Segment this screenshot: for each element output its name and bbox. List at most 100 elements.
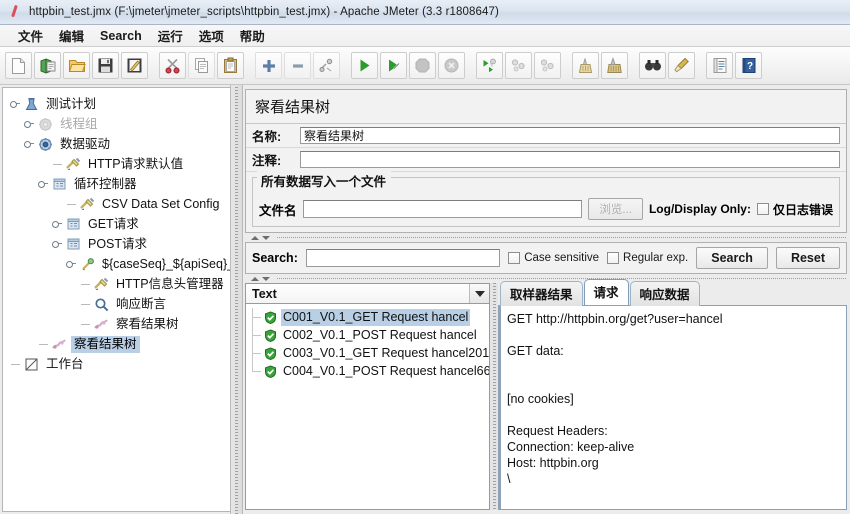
tree-node-workbench[interactable]: 工作台 <box>9 354 230 374</box>
search-input[interactable] <box>305 249 501 267</box>
menu-file[interactable]: 文件 <box>10 25 51 46</box>
remote-start-all-icon[interactable] <box>476 52 503 79</box>
tree-stub <box>9 358 22 371</box>
collapse-down-icon[interactable] <box>262 276 270 281</box>
expand-handle-icon[interactable] <box>23 138 36 151</box>
results-vertical-splitter[interactable] <box>490 283 498 510</box>
results-list[interactable]: C001_V0.1_GET Request hancel C002_V0.1_P… <box>245 304 490 510</box>
menu-run[interactable]: 运行 <box>150 25 191 46</box>
expand-handle-icon[interactable] <box>23 118 36 131</box>
open-icon[interactable] <box>63 52 90 79</box>
shutdown-icon[interactable] <box>438 52 465 79</box>
collapse-all-icon[interactable] <box>284 52 311 79</box>
errors-only-checkbox[interactable] <box>756 203 769 215</box>
cut-icon[interactable] <box>159 52 186 79</box>
menu-bar: 文件 编辑 Search 运行 选项 帮助 <box>0 25 850 47</box>
expand-handle-icon[interactable] <box>9 98 22 111</box>
tree-stub <box>65 198 78 211</box>
help-icon[interactable]: ? <box>735 52 762 79</box>
list-item-label: C003_V0.1_GET Request hancel2019 <box>283 345 490 360</box>
collapse-up-icon[interactable] <box>251 276 259 281</box>
search-icon[interactable] <box>639 52 666 79</box>
filename-input[interactable] <box>302 200 583 218</box>
tab-response-data[interactable]: 响应数据 <box>629 281 700 306</box>
tree-node-loop-controller[interactable]: 循环控制器 <box>9 174 230 194</box>
success-shield-icon <box>264 364 277 378</box>
new-icon[interactable] <box>5 52 32 79</box>
search-reset-icon[interactable] <box>668 52 695 79</box>
renderer-combo[interactable]: Text <box>245 283 490 304</box>
collapse-up-icon[interactable] <box>251 235 259 240</box>
case-sensitive-wrap[interactable]: Case sensitive <box>508 252 599 264</box>
tree-node-post-request[interactable]: POST请求 <box>9 234 230 254</box>
search-button[interactable]: Search <box>696 247 768 269</box>
controller-icon <box>50 176 68 193</box>
tree-node-test-plan[interactable]: 测试计划 <box>9 94 230 114</box>
save-icon[interactable] <box>92 52 119 79</box>
horizontal-splitter[interactable] <box>230 85 243 514</box>
start-no-pauses-icon[interactable] <box>380 52 407 79</box>
tree-node-data-driven[interactable]: 数据驱动 <box>9 134 230 154</box>
templates-icon[interactable] <box>34 52 61 79</box>
request-content[interactable]: GET http://httpbin.org/get?user=hancel G… <box>498 305 847 510</box>
reset-button[interactable]: Reset <box>775 247 840 269</box>
tree-node-view-results-tree-child[interactable]: 察看结果树 <box>9 314 230 334</box>
tree-stub <box>79 298 92 311</box>
list-item[interactable]: C003_V0.1_GET Request hancel2019 <box>246 344 489 362</box>
paste-icon[interactable] <box>217 52 244 79</box>
tree-node-thread-group-disabled[interactable]: 线程组 <box>9 114 230 134</box>
controller-icon <box>64 236 82 253</box>
list-item[interactable]: C004_V0.1_POST Request hancel666 <box>246 362 489 380</box>
menu-search[interactable]: Search <box>92 28 150 44</box>
tree-label: 循环控制器 <box>74 176 137 191</box>
tree-node-header-manager[interactable]: HTTP信息头管理器 <box>9 274 230 294</box>
menu-edit[interactable]: 编辑 <box>51 25 92 46</box>
tree-node-csv-data-set[interactable]: CSV Data Set Config <box>9 194 230 214</box>
browse-button[interactable]: 浏览... <box>588 198 643 220</box>
expand-handle-icon[interactable] <box>65 258 78 271</box>
filename-row: 文件名 浏览... Log/Display Only: 仅日志错误 <box>257 197 835 221</box>
expand-all-icon[interactable] <box>255 52 282 79</box>
regular-exp-checkbox[interactable] <box>607 252 620 264</box>
toolbar-group-help: ? <box>705 52 763 79</box>
collapse-down-icon[interactable] <box>262 235 270 240</box>
write-all-data-fieldset: 所有数据写入一个文件 文件名 浏览... Log/Display Only: 仅… <box>252 171 840 227</box>
remote-stop-all-icon[interactable] <box>505 52 532 79</box>
chevron-down-icon[interactable] <box>469 284 489 303</box>
expand-handle-icon[interactable] <box>51 238 64 251</box>
clear-all-icon[interactable] <box>601 52 628 79</box>
case-sensitive-checkbox[interactable] <box>508 252 521 264</box>
tree-node-http-defaults[interactable]: HTTP请求默认值 <box>9 154 230 174</box>
tab-sampler-result[interactable]: 取样器结果 <box>500 281 583 306</box>
toggle-icon[interactable] <box>313 52 340 79</box>
split-grabber-top[interactable] <box>243 233 848 242</box>
list-item[interactable]: C001_V0.1_GET Request hancel <box>246 308 489 326</box>
function-helper-icon[interactable] <box>706 52 733 79</box>
stop-icon[interactable] <box>409 52 436 79</box>
tree-node-get-request[interactable]: GET请求 <box>9 214 230 234</box>
list-item-label: C002_V0.1_POST Request hancel <box>283 327 477 342</box>
jmeter-window: httpbin_test.jmx (F:\jmeter\jmeter_scrip… <box>0 0 850 514</box>
tree-node-response-assertion[interactable]: 响应断言 <box>9 294 230 314</box>
name-input[interactable]: 察看结果树 <box>300 127 840 144</box>
errors-only-checkbox-wrap[interactable]: 仅日志错误 <box>756 201 833 218</box>
results-list-pane: Text C001_V0.1_GET Request hancel C002_V… <box>245 283 490 510</box>
clear-icon[interactable] <box>572 52 599 79</box>
expand-handle-icon[interactable] <box>51 218 64 231</box>
list-item[interactable]: C002_V0.1_POST Request hancel <box>246 326 489 344</box>
page-title: 察看结果树 <box>246 90 846 124</box>
expand-handle-icon[interactable] <box>37 178 50 191</box>
tree-node-view-results-tree-selected[interactable]: 察看结果树 <box>9 334 230 354</box>
menu-options[interactable]: 选项 <box>191 25 232 46</box>
thread-group-disabled-icon <box>36 116 54 133</box>
comment-input[interactable] <box>300 151 840 168</box>
save-as-icon[interactable] <box>121 52 148 79</box>
remote-shutdown-all-icon[interactable] <box>534 52 561 79</box>
main-split: 测试计划 线程组 数据驱动 HTTP请求默认值 循环控制器 CSV Data S… <box>0 85 850 514</box>
start-icon[interactable] <box>351 52 378 79</box>
menu-help[interactable]: 帮助 <box>232 25 273 46</box>
regular-exp-wrap[interactable]: Regular exp. <box>607 252 688 264</box>
tree-node-http-sampler[interactable]: ${caseSeq}_${apiSeq}_ <box>9 254 230 274</box>
tab-request[interactable]: 请求 <box>583 279 629 305</box>
copy-icon[interactable] <box>188 52 215 79</box>
